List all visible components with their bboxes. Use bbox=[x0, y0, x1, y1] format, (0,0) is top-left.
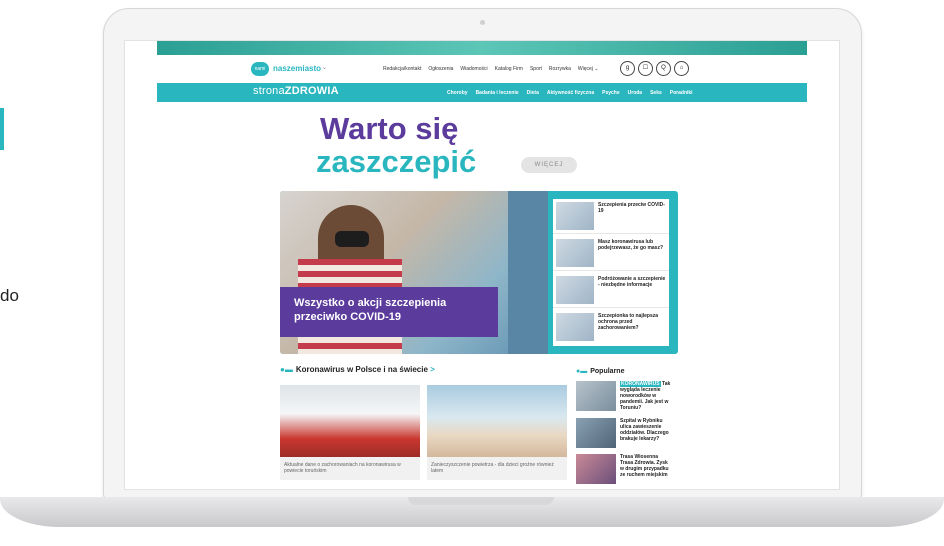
promo-headline-line2: zaszczepić bbox=[316, 144, 477, 179]
nav-links: Redakcja/kontakt Ogłoszenia Wiadomości K… bbox=[383, 66, 598, 72]
feature-block[interactable]: Wszystko o akcji szczepienia przeciwko C… bbox=[280, 191, 678, 354]
card-title: Zanieczyszczenie powietrza - dla dzieci … bbox=[431, 462, 554, 474]
search-icon[interactable]: Q bbox=[656, 61, 671, 76]
camera-icon bbox=[480, 20, 485, 25]
nav-icons: g ☐ Q ⌂ bbox=[620, 61, 689, 76]
popular-thumb bbox=[576, 418, 616, 448]
article-card[interactable]: Zanieczyszczenie powietrza - dla dzieci … bbox=[427, 385, 567, 480]
section-heading[interactable]: ●▬ Koronawirus w Polsce i na świecie > bbox=[280, 365, 435, 374]
brand-prefix: strona bbox=[253, 85, 285, 97]
brand-suffix: ZDROWIA bbox=[284, 85, 339, 97]
side-item-title: Podróżowanie a szczepienie - niezbędne i… bbox=[598, 276, 666, 288]
ambulance-image bbox=[280, 385, 420, 457]
nav-link[interactable]: Redakcja/kontakt bbox=[383, 66, 421, 72]
category-link[interactable]: Psyche bbox=[602, 90, 620, 96]
popular-thumb bbox=[576, 381, 616, 411]
accent-bar bbox=[0, 108, 4, 150]
popular-item[interactable]: Trasa Wiosenna Trasa Zdrowia. Zysk w dru… bbox=[576, 454, 672, 486]
section-dots: ●▬ bbox=[280, 365, 293, 374]
popular-dots: ●▬ bbox=[576, 368, 588, 375]
nav-link[interactable]: Rozrywka bbox=[549, 66, 571, 72]
beach-image bbox=[427, 385, 567, 457]
side-item-title: Szczepionka to najlepsza ochrona przed z… bbox=[598, 313, 659, 331]
side-item-title: Masz koronawirusa lub podejrzewasz, że g… bbox=[598, 239, 664, 251]
promo-headline-line1: Warto się bbox=[320, 111, 459, 146]
site-logo[interactable]: naszemiasto bbox=[273, 64, 321, 73]
photo-nurse bbox=[508, 191, 548, 354]
nav-link[interactable]: Sport bbox=[530, 66, 542, 72]
feature-side-list: Szczepienia przeciw COVID-19 Masz korona… bbox=[553, 199, 669, 346]
side-thumb bbox=[556, 202, 594, 230]
side-list-item[interactable]: Masz koronawirusa lub podejrzewasz, że g… bbox=[553, 236, 669, 271]
chevron-down-icon[interactable]: ⌄ bbox=[322, 64, 327, 71]
section-title: Koronawirus w Polsce i na świecie bbox=[295, 365, 428, 374]
nav-link[interactable]: Wiadomości bbox=[460, 66, 487, 72]
newspaper-icon[interactable]: ☐ bbox=[638, 61, 653, 76]
category-link[interactable]: Badania i leczenie bbox=[476, 90, 519, 96]
more-button[interactable]: WIĘCEJ bbox=[521, 157, 577, 173]
side-list-item[interactable]: Szczepienia przeciw COVID-19 bbox=[553, 199, 669, 234]
nav-link[interactable]: Katalog Firm bbox=[495, 66, 523, 72]
category-link[interactable]: Poradniki bbox=[670, 90, 693, 96]
google-icon[interactable]: g bbox=[620, 61, 635, 76]
category-link[interactable]: Aktywność fizyczna bbox=[547, 90, 594, 96]
logo-badge[interactable]: nami bbox=[251, 62, 269, 76]
side-thumb bbox=[556, 313, 594, 341]
side-thumb bbox=[556, 276, 594, 304]
nav-link-more[interactable]: Więcej ⌄ bbox=[578, 66, 599, 72]
user-icon[interactable]: ⌂ bbox=[674, 61, 689, 76]
hero-strip bbox=[157, 41, 807, 55]
popular-item-text: KORONAWIRUS Tak wygląda leczenie noworod… bbox=[620, 381, 672, 411]
side-list-item[interactable]: Podróżowanie a szczepienie - niezbędne i… bbox=[553, 273, 669, 308]
popular-item[interactable]: Szpital w Rybniku ulica zawieszenie oddz… bbox=[576, 418, 672, 450]
popular-title: Popularne bbox=[590, 368, 625, 375]
popular-item-title: Szpital w Rybniku ulica zawieszenie oddz… bbox=[620, 418, 669, 442]
side-item-title: Szczepienia przeciw COVID-19 bbox=[598, 202, 665, 214]
popular-heading: ●▬ Popularne bbox=[576, 368, 624, 375]
popular-item[interactable]: KORONAWIRUS Tak wygląda leczenie noworod… bbox=[576, 381, 672, 413]
feature-caption[interactable]: Wszystko o akcji szczepienia przeciwko C… bbox=[280, 287, 498, 337]
category-link[interactable]: Uroda bbox=[628, 90, 642, 96]
nav-link[interactable]: Ogłoszenia bbox=[428, 66, 453, 72]
side-list-item[interactable]: Szczepionka to najlepsza ochrona przed z… bbox=[553, 310, 669, 344]
popular-thumb bbox=[576, 454, 616, 484]
chevron-right-icon: > bbox=[430, 365, 435, 374]
article-card[interactable]: Aktualne dane o zachorowaniach na korona… bbox=[280, 385, 420, 480]
side-text: do bbox=[0, 286, 19, 305]
category-links: Choroby Badania i leczenie Dieta Aktywno… bbox=[447, 90, 693, 96]
laptop-notch bbox=[408, 497, 554, 505]
category-link[interactable]: Seks bbox=[650, 90, 662, 96]
category-link[interactable]: Dieta bbox=[527, 90, 539, 96]
card-title: Aktualne dane o zachorowaniach na korona… bbox=[284, 462, 401, 474]
popular-item-title: Trasa Wiosenna Trasa Zdrowia. Zysk w dru… bbox=[620, 454, 669, 478]
category-link[interactable]: Choroby bbox=[447, 90, 468, 96]
side-thumb bbox=[556, 239, 594, 267]
photo-mask bbox=[335, 231, 369, 247]
laptop-screen: nami naszemiasto ⌄ Redakcja/kontakt Ogło… bbox=[124, 40, 840, 490]
brand-logo[interactable]: stronaZDROWIA bbox=[253, 85, 339, 97]
